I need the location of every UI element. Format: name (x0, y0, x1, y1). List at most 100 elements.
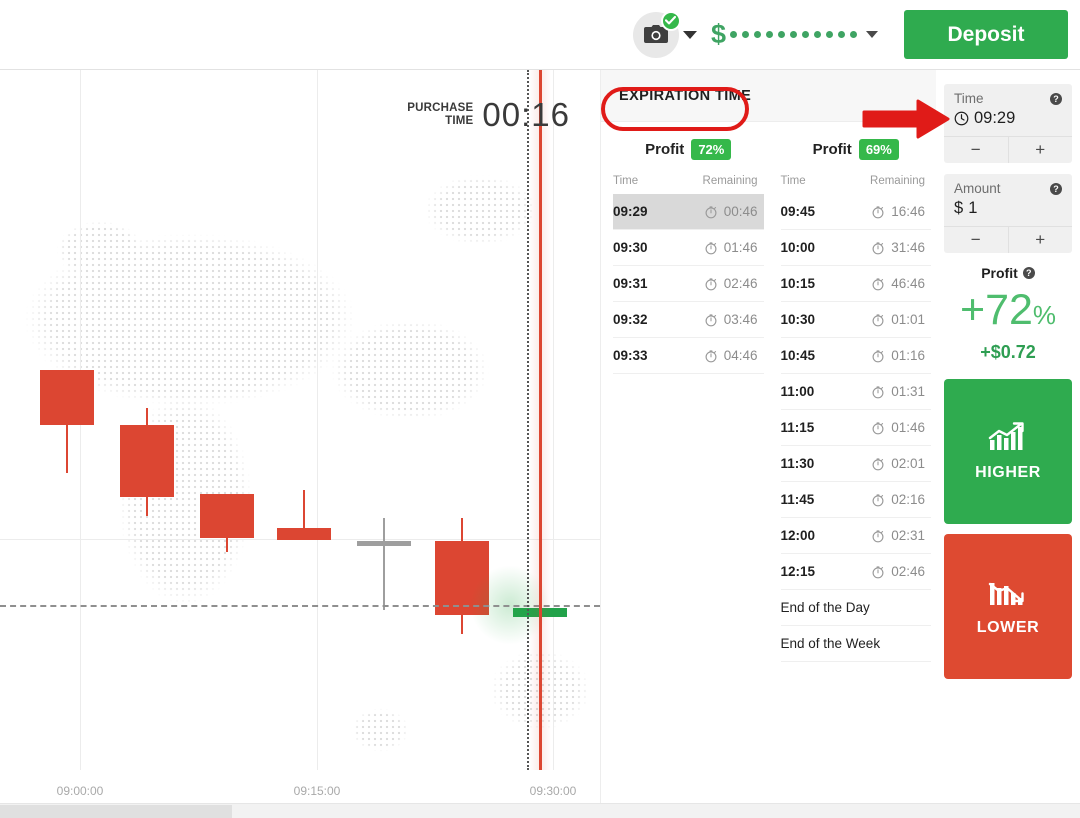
remaining-text: 02:31 (891, 528, 925, 543)
expiration-row-remaining: 01:31 (843, 384, 932, 399)
info-icon[interactable]: ? (1050, 92, 1062, 105)
stopwatch-icon (705, 205, 717, 218)
column-header-remaining: Remaining (870, 175, 925, 187)
expiration-columns: Profit 72% Time Remaining 09:29 00:46 09:30 01:… (601, 122, 936, 662)
chart-up-icon (988, 421, 1024, 450)
clock-icon (954, 111, 969, 126)
remaining-text: 02:01 (891, 456, 925, 471)
purchase-time-label-2: TIME (445, 115, 474, 127)
amount-field-label-row: Amount ? (954, 181, 1062, 196)
amount-field-value: 1 (968, 199, 978, 217)
time-decrement-button[interactable]: − (944, 137, 1009, 163)
stopwatch-icon (705, 349, 717, 362)
expiration-row-time: 10:00 (780, 240, 816, 255)
deposit-button[interactable]: Deposit (904, 10, 1068, 59)
expiration-row[interactable]: 10:30 01:01 (780, 302, 931, 338)
amount-increment-button[interactable]: + (1009, 227, 1073, 253)
expiration-row[interactable]: 11:00 01:31 (780, 374, 932, 410)
remaining-text: 01:01 (891, 312, 925, 327)
purchase-time-value: 00:16 (482, 96, 570, 133)
profit-word: Profit (645, 140, 685, 158)
check-badge-icon (660, 10, 681, 31)
expiry-dotted-line (527, 70, 529, 770)
remaining-text: 01:46 (723, 240, 758, 255)
expiration-row[interactable]: 11:15 01:46 (780, 410, 932, 446)
amount-currency-symbol: $ (954, 199, 964, 217)
expiration-row-time: 12:15 (780, 564, 816, 579)
expiration-row[interactable]: 09:30 01:46 (613, 230, 764, 266)
amount-field-label: Amount (954, 181, 1001, 196)
lower-button[interactable]: LOWER (944, 534, 1072, 679)
stopwatch-icon (872, 205, 884, 218)
time-field-label: Time (954, 91, 984, 106)
expiration-row-time: End of the Week (780, 636, 881, 651)
horizontal-scrollbar-thumb[interactable] (0, 805, 232, 818)
stopwatch-icon (872, 349, 884, 362)
expiration-row[interactable]: 10:45 01:16 (780, 338, 931, 374)
horizontal-scrollbar[interactable] (0, 803, 1080, 818)
expiration-row-time: End of the Day (780, 600, 870, 615)
account-avatar[interactable] (632, 10, 681, 58)
balance-currency-symbol: $ (710, 19, 726, 49)
column-header-time: Time (613, 175, 639, 187)
remaining-text: 16:46 (891, 204, 925, 219)
expiration-row-time: 11:00 (780, 384, 815, 399)
expiration-row-remaining: 02:46 (675, 276, 764, 291)
info-icon[interactable]: ? (1050, 182, 1062, 195)
expiration-row[interactable]: 11:30 02:01 (780, 446, 931, 482)
balance-mask-dot (850, 31, 857, 38)
stopwatch-icon (705, 313, 717, 326)
balance-masked-value (730, 31, 857, 38)
check-glyph (665, 16, 677, 25)
expiration-row-remaining: 46:46 (843, 276, 932, 291)
balance-dropdown[interactable]: $ (711, 21, 878, 48)
purchase-time-label: PURCHASE TIME (407, 102, 473, 128)
profit-word: Profit (812, 140, 852, 158)
expiration-row-remaining: 04:46 (675, 348, 764, 363)
expiration-row-remaining: 02:16 (843, 492, 932, 507)
x-axis-label: 09:30:00 (529, 784, 577, 798)
expiration-row-time: 12:00 (780, 528, 816, 543)
expiration-row[interactable]: End of the Day (780, 590, 931, 626)
profit-title-row: Profit ? (944, 265, 1072, 281)
time-field-value-row[interactable]: 09:29 (954, 109, 1062, 128)
chart-down-icon (988, 582, 1024, 605)
expiration-panel-header: EXPIRATION TIME (601, 70, 936, 122)
price-chart[interactable]: PURCHASE TIME 00:16 09:00:00 09:15:00 09:3… (0, 70, 600, 803)
candle-body (200, 494, 254, 538)
purchase-time-label-1: PURCHASE (407, 102, 474, 114)
chart-gridline-v (553, 70, 554, 770)
expiration-row[interactable]: 09:29 00:46 (613, 194, 764, 230)
expiration-row[interactable]: 10:00 31:46 (780, 230, 931, 266)
expiration-row[interactable]: End of the Week (780, 626, 931, 662)
info-icon[interactable]: ? (1022, 267, 1035, 279)
amount-decrement-button[interactable]: − (944, 227, 1009, 253)
expiration-row-time: 09:45 (780, 204, 816, 219)
remaining-text: 01:16 (891, 348, 925, 363)
expiration-row[interactable]: 12:00 02:31 (780, 518, 931, 554)
expiration-column: Profit 72% Time Remaining 09:29 00:46 09:30 01:… (613, 130, 764, 662)
higher-button[interactable]: HIGHER (944, 379, 1072, 524)
column-header-row: Time Remaining (781, 168, 932, 194)
balance-mask-dot (790, 31, 797, 38)
account-dropdown-caret-icon[interactable] (682, 30, 697, 39)
candle-body (277, 528, 331, 540)
expiration-row-time: 09:31 (613, 276, 648, 291)
expiration-row-remaining: 01:46 (843, 420, 932, 435)
expiration-row-time: 09:30 (613, 240, 648, 255)
stopwatch-icon (872, 241, 884, 254)
expiration-row[interactable]: 09:32 03:46 (613, 302, 764, 338)
expiration-row-remaining: 16:46 (843, 204, 932, 219)
expiration-row[interactable]: 09:33 04:46 (613, 338, 764, 374)
now-vertical-line (539, 70, 542, 770)
remaining-text: 01:31 (891, 384, 925, 399)
expiration-row[interactable]: 10:15 46:46 (780, 266, 932, 302)
expiration-row[interactable]: 12:15 02:46 (780, 554, 931, 590)
expiration-row[interactable]: 09:45 16:46 (780, 194, 932, 230)
amount-field-top: Amount ? $ 1 (944, 174, 1072, 226)
expiration-row[interactable]: 09:31 02:46 (613, 266, 764, 302)
expiration-row[interactable]: 11:45 02:16 (780, 482, 932, 518)
balance-dropdown-caret-icon[interactable] (866, 31, 878, 38)
amount-field-value-row[interactable]: $ 1 (954, 199, 1062, 218)
time-increment-button[interactable]: + (1009, 137, 1073, 163)
